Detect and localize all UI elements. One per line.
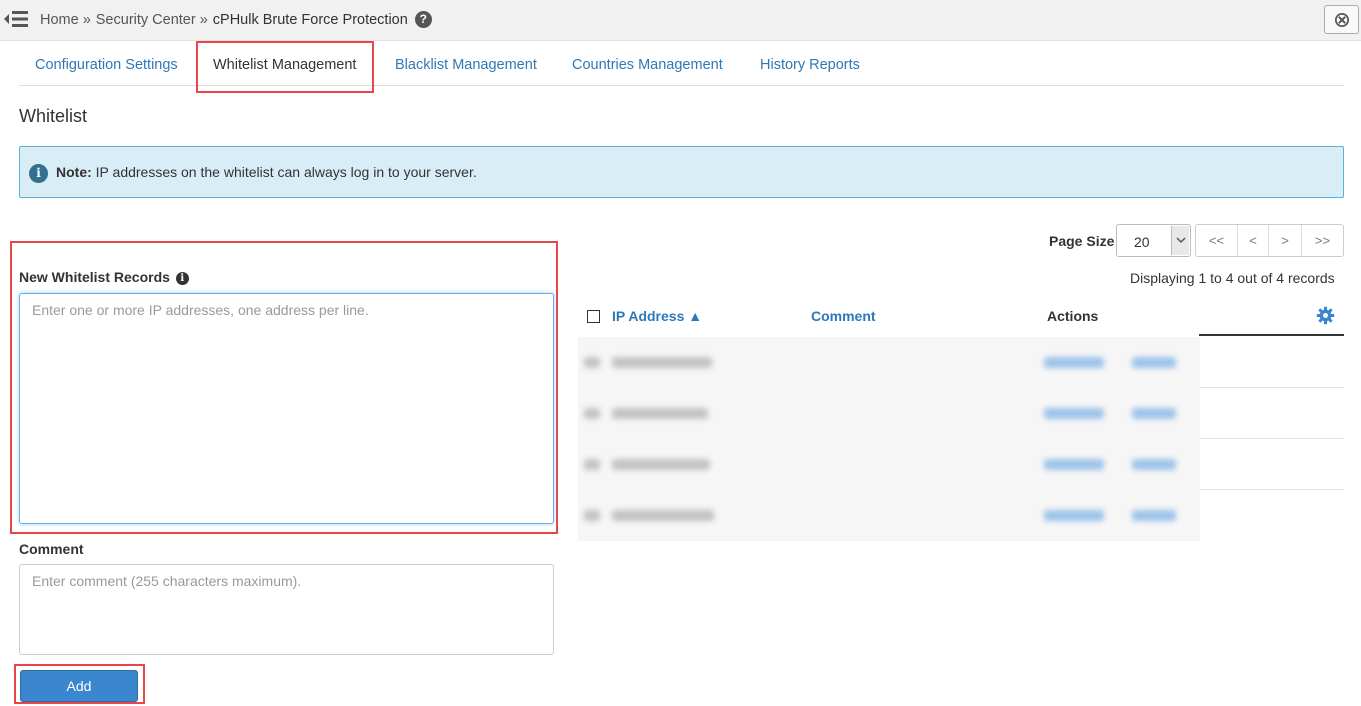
chevron-down-icon xyxy=(1176,237,1186,244)
page-size-value: 20 xyxy=(1134,234,1150,250)
header-divider xyxy=(1199,334,1344,336)
row-action-delete-blurred xyxy=(1132,357,1176,368)
breadcrumb-security-center[interactable]: Security Center xyxy=(96,12,196,28)
tab-countries-management[interactable]: Countries Management xyxy=(572,57,723,73)
table-row xyxy=(578,337,1344,388)
records-info: Displaying 1 to 4 out of 4 records xyxy=(1130,270,1335,286)
row-checkbox-blurred xyxy=(584,408,600,419)
pager-last[interactable]: >> xyxy=(1302,225,1343,256)
row-action-edit-blurred xyxy=(1044,357,1104,368)
info-icon: i xyxy=(29,164,48,183)
row-ip-blurred xyxy=(612,357,712,368)
close-icon xyxy=(1335,13,1349,27)
column-ip-address[interactable]: IP Address ▲ xyxy=(612,308,702,324)
table-row xyxy=(578,439,1344,490)
add-button[interactable]: Add xyxy=(20,670,138,702)
row-checkbox-blurred xyxy=(584,357,600,368)
gear-icon[interactable] xyxy=(1316,306,1335,325)
table-header: IP Address ▲ Comment Actions xyxy=(578,300,1344,336)
row-action-delete-blurred xyxy=(1132,459,1176,470)
pager-prev[interactable]: < xyxy=(1238,225,1269,256)
column-comment[interactable]: Comment xyxy=(811,308,876,324)
help-icon[interactable]: ? xyxy=(414,11,432,28)
pager-next[interactable]: > xyxy=(1269,225,1302,256)
note-alert: i Note: IP addresses on the whitelist ca… xyxy=(19,146,1344,198)
close-button[interactable] xyxy=(1324,5,1359,34)
breadcrumb-separator: » xyxy=(199,11,208,28)
row-action-edit-blurred xyxy=(1044,510,1104,521)
tab-history-reports[interactable]: History Reports xyxy=(760,57,860,73)
row-ip-blurred xyxy=(612,510,714,521)
row-checkbox-blurred xyxy=(584,459,600,470)
info-icon[interactable]: i xyxy=(175,272,189,285)
whitelist-records-input[interactable] xyxy=(19,293,554,524)
row-ip-blurred xyxy=(612,408,708,419)
breadcrumb-current: cPHulk Brute Force Protection xyxy=(212,11,408,28)
row-checkbox-blurred xyxy=(584,510,600,521)
row-action-edit-blurred xyxy=(1044,459,1104,470)
comment-input[interactable] xyxy=(19,564,554,655)
note-label: Note: xyxy=(56,164,92,180)
menu-toggle-icon[interactable] xyxy=(4,8,28,30)
comment-label: Comment xyxy=(19,541,84,557)
breadcrumb-home[interactable]: Home xyxy=(40,12,79,28)
row-action-delete-blurred xyxy=(1132,408,1176,419)
records-label-text: New Whitelist Records xyxy=(19,269,170,285)
tab-configuration-settings[interactable]: Configuration Settings xyxy=(35,57,178,73)
page-size-label: Page Size xyxy=(1049,233,1115,249)
caret-box xyxy=(1171,226,1189,255)
table-row xyxy=(578,388,1344,439)
note-message: IP addresses on the whitelist can always… xyxy=(95,164,477,180)
select-all-checkbox[interactable] xyxy=(587,310,600,323)
tab-blacklist-management[interactable]: Blacklist Management xyxy=(395,57,537,73)
highlight-box-tab xyxy=(196,41,374,93)
note-text: Note: IP addresses on the whitelist can … xyxy=(56,164,477,180)
row-ip-blurred xyxy=(612,459,710,470)
column-actions: Actions xyxy=(1047,308,1099,324)
page-size-select[interactable]: 20 xyxy=(1116,224,1191,257)
pager-first[interactable]: << xyxy=(1196,225,1238,256)
row-action-edit-blurred xyxy=(1044,408,1104,419)
table-row xyxy=(578,490,1344,541)
row-action-delete-blurred xyxy=(1132,510,1176,521)
page-title: Whitelist xyxy=(19,106,88,126)
records-label: New Whitelist Records i xyxy=(19,269,189,285)
top-bar: Home » Security Center » cPHulk Brute Fo… xyxy=(0,0,1361,41)
pager: << < > >> xyxy=(1195,224,1344,257)
breadcrumb: Home » Security Center » cPHulk Brute Fo… xyxy=(40,11,432,28)
breadcrumb-separator: » xyxy=(82,11,91,28)
